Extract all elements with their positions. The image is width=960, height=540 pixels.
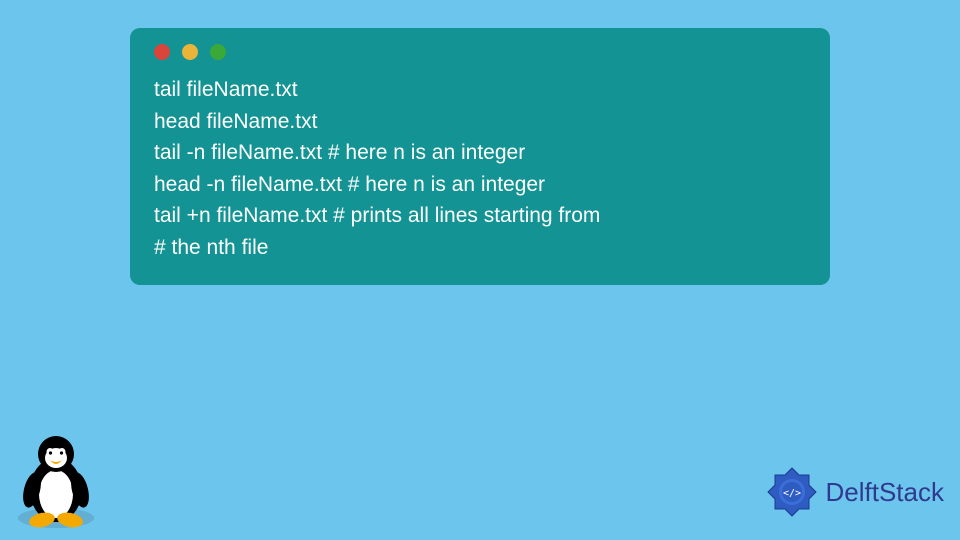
terminal-window: tail fileName.txt head fileName.txt tail…	[130, 28, 830, 285]
brand-logo: </> DelftStack	[764, 464, 945, 520]
code-line: tail -n fileName.txt # here n is an inte…	[154, 137, 810, 169]
code-line: tail fileName.txt	[154, 74, 810, 106]
code-line: # the nth file	[154, 232, 810, 264]
delftstack-icon: </>	[764, 464, 820, 520]
window-controls	[150, 44, 810, 60]
minimize-icon[interactable]	[182, 44, 198, 60]
brand-name: DelftStack	[826, 477, 945, 508]
code-line: head -n fileName.txt # here n is an inte…	[154, 169, 810, 201]
svg-text:</>: </>	[782, 488, 800, 499]
tux-penguin-logo	[10, 430, 102, 530]
code-block: tail fileName.txt head fileName.txt tail…	[150, 74, 810, 263]
maximize-icon[interactable]	[210, 44, 226, 60]
code-line: head fileName.txt	[154, 106, 810, 138]
code-line: tail +n fileName.txt # prints all lines …	[154, 200, 810, 232]
close-icon[interactable]	[154, 44, 170, 60]
